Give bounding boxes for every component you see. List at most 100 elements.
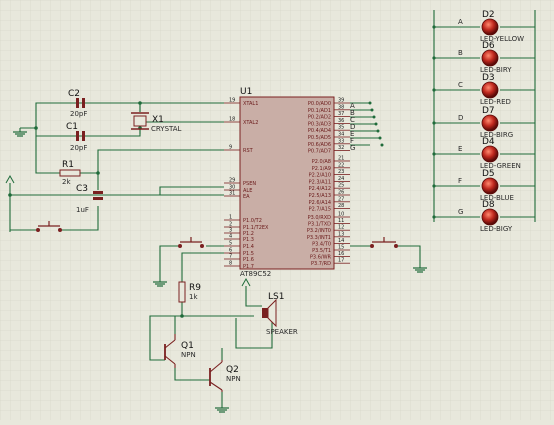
pin-number: 9 [229,145,232,151]
pin-name: P2.3/A11 [309,179,331,185]
led-type: LED-RED [480,98,511,106]
pin-name: P1.3 [243,237,254,243]
pin-name: EA [243,194,250,200]
pin-name: P3.3/INT1 [307,235,331,241]
pin-number: 34 [338,132,344,138]
pin-number: 26 [338,190,344,196]
pin-number: 8 [229,261,232,267]
pin-number: 38 [338,104,344,110]
pin-number: 39 [338,98,344,104]
pin-name: P3.4/T0 [312,241,331,247]
pin-number: 16 [338,251,344,257]
pin-name: P2.6/A14 [309,200,331,206]
c1-ref: C1 [66,122,78,132]
pin-name: P1.6 [243,257,254,263]
pin-number: 37 [338,111,344,117]
c3-ref: C3 [76,184,88,194]
c1-value: 20pF [70,144,87,152]
led-net-label: F [458,177,462,185]
pin-number: 1 [229,215,232,221]
pin-name: P3.1/TXD [308,222,331,228]
pin-number: 29 [229,178,235,184]
schematic-canvas: U1 AT89C52 19 XTAL1 18 XTAL2 9 RST 29 PSEN 30 ALE… [0,0,554,420]
pin-number: 35 [338,125,344,131]
ls1-ref: LS1 [268,292,284,302]
pin-name: P0.7/AD7 [308,149,331,155]
x1-ref: X1 [152,115,164,125]
pin-number: 10 [338,212,344,218]
q1-ref: Q1 [181,341,194,351]
led-net-label: G [458,208,463,216]
pin-name: P3.0/RXD [308,215,332,221]
pin-name: P2.0/A8 [312,159,331,165]
pin-number: 4 [229,234,232,240]
pin-number: 12 [338,225,344,231]
pin-number: 31 [229,191,235,197]
pin-number: 33 [338,138,344,144]
schematic-svg: U1 AT89C52 19XTAL118XTAL29RST29PSEN30ALE… [0,0,554,420]
pin-number: 18 [229,117,235,123]
net-label: G [350,144,355,152]
pin-name: PSEN [243,181,256,187]
pin-name: P0.4/AD4 [308,128,331,134]
r1-ref: R1 [62,160,74,170]
led-lamp [481,49,499,67]
pin-number: 14 [338,238,344,244]
led-ref: D6 [482,41,495,51]
led-ref: D4 [482,137,495,147]
pin-number: 7 [229,254,232,260]
led-ref: D5 [482,169,495,179]
led-net-label: C [458,81,463,89]
r9-ref: R9 [189,283,201,293]
led-lamp [481,114,499,132]
pin-name: P0.5/AD5 [308,135,331,141]
mcu-ref: U1 [240,87,252,97]
pin-number: 25 [338,183,344,189]
pin-number: 13 [338,231,344,237]
pin-number: 21 [338,156,344,162]
pin-name: P3.2/INT0 [307,228,331,234]
pin-number: 24 [338,176,344,182]
r9-value: 1k [189,293,198,301]
q2-value: NPN [226,375,241,383]
pin-number: 27 [338,196,344,202]
led-lamp [481,18,499,36]
pin-name: P0.2/AD2 [308,115,331,121]
ls1-value: SPEAKER [266,328,298,336]
led-lamp [481,208,499,226]
pin-name: RST [243,148,254,154]
pin-number: 32 [338,145,344,151]
q2-ref: Q2 [226,365,239,375]
x1-value: CRYSTAL [151,125,182,133]
r1-value: 2k [62,178,71,186]
pin-name: P3.6/WR [310,255,332,261]
pin-name: P2.5/A13 [309,193,331,199]
pin-name: P3.5/T1 [312,248,331,254]
pin-name: P0.1/AD1 [308,108,331,114]
pin-name: XTAL2 [243,120,258,126]
pin-number: 22 [338,162,344,168]
pin-number: 28 [338,203,344,209]
mcu-right-pins: 39 P0.0/AD0 38 P0.1/AD1 37 P0.2/AD2 36 P0.3/AD3… [307,98,350,267]
pin-number: 36 [338,118,344,124]
led-lamp [481,81,499,99]
pin-name: P3.7/RD [311,261,331,267]
led-lamp [481,145,499,163]
pin-number: 19 [229,98,235,104]
pin-name: P1.4 [243,244,254,250]
pin-name: P0.6/AD6 [308,142,331,148]
pin-name: XTAL1 [243,101,258,107]
led-type: LED-BIGY [480,225,513,233]
mcu-part-name: AT89C52 [240,270,271,278]
pin-name: P2.4/A12 [309,186,331,192]
pin-number: 17 [338,258,344,264]
pin-name: P2.2/A10 [309,173,331,179]
pin-name: P0.0/AD0 [308,101,331,107]
led-net-label: D [458,114,463,122]
q1-value: NPN [181,351,196,359]
mcu-u1[interactable]: U1 AT89C52 19XTAL118XTAL29RST29PSEN30ALE… [224,87,350,278]
c2-value: 20pF [70,110,87,118]
led-ref: D7 [482,106,495,116]
pin-number: 11 [338,218,344,224]
led-net-label: A [458,18,463,26]
